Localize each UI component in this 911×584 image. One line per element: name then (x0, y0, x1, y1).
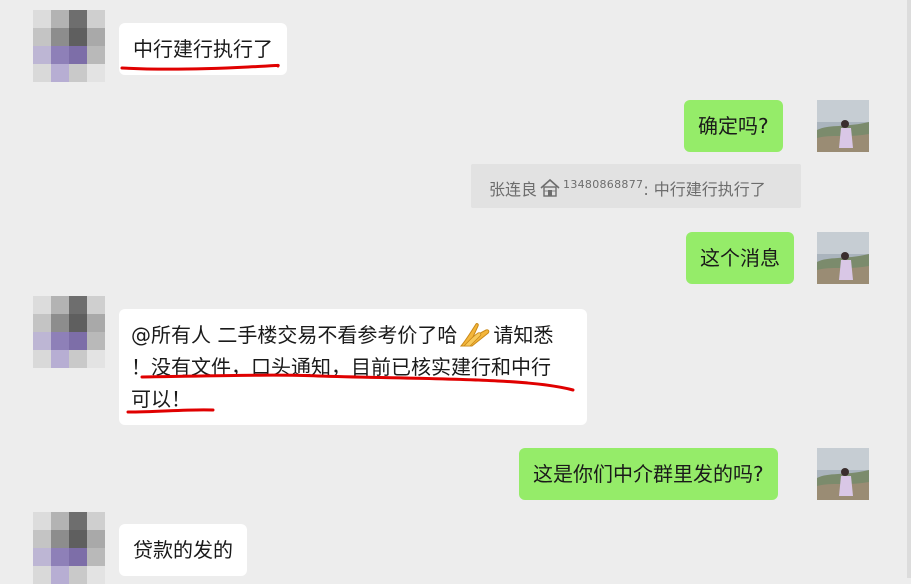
chat-window: 中行建行执行了 确定吗? 张连良 13480868877: 中行建行执行了 这个… (0, 0, 911, 584)
avatar-photo-image (817, 448, 869, 500)
message-text: 这个消息 (700, 246, 780, 270)
user-avatar[interactable] (817, 100, 869, 152)
message-line-2: ！没有文件，口头通知，目前已核实建行和中行 (131, 355, 551, 379)
message-bubble[interactable]: 确定吗? (684, 100, 783, 152)
user-avatar[interactable] (817, 232, 869, 284)
message-bubble[interactable]: 这个消息 (686, 232, 794, 284)
message-text: 确定吗? (698, 114, 769, 138)
avatar-mosaic (33, 296, 105, 368)
message-line-1: @所有人 二手楼交易不看参考价了哈 请知悉 (131, 319, 575, 351)
quoted-message[interactable]: 张连良 13480868877: 中行建行执行了 (471, 164, 801, 208)
message-text: 这是你们中介群里发的吗? (533, 462, 764, 486)
message-text: 请知悉 (493, 323, 554, 347)
message-text: 中行建行执行了 (133, 37, 273, 61)
scrollbar[interactable] (907, 0, 911, 578)
house-icon (540, 178, 560, 197)
message-text: @所有人 二手楼交易不看参考价了哈 (131, 323, 458, 347)
contact-avatar[interactable] (33, 512, 105, 584)
avatar-photo-image (817, 100, 869, 152)
user-avatar[interactable] (817, 448, 869, 500)
quote-phone: 13480868877 (563, 178, 644, 191)
folded-hands-emoji (460, 323, 490, 347)
message-line-3: 可以！ (131, 387, 191, 411)
message-bubble[interactable]: 中行建行执行了 (119, 23, 287, 75)
avatar-mosaic (33, 10, 105, 82)
contact-avatar[interactable] (33, 10, 105, 82)
quote-author: 张连良 (489, 180, 538, 199)
message-text: 贷款的发的 (133, 538, 233, 562)
message-bubble[interactable]: 这是你们中介群里发的吗? (519, 448, 778, 500)
quote-text: : 中行建行执行了 (643, 180, 766, 199)
message-bubble[interactable]: @所有人 二手楼交易不看参考价了哈 请知悉 ！没有文件，口头通知，目前已核实建行… (119, 309, 587, 425)
avatar-mosaic (33, 512, 105, 584)
contact-avatar[interactable] (33, 296, 105, 368)
avatar-photo-image (817, 232, 869, 284)
message-bubble[interactable]: 贷款的发的 (119, 524, 247, 576)
